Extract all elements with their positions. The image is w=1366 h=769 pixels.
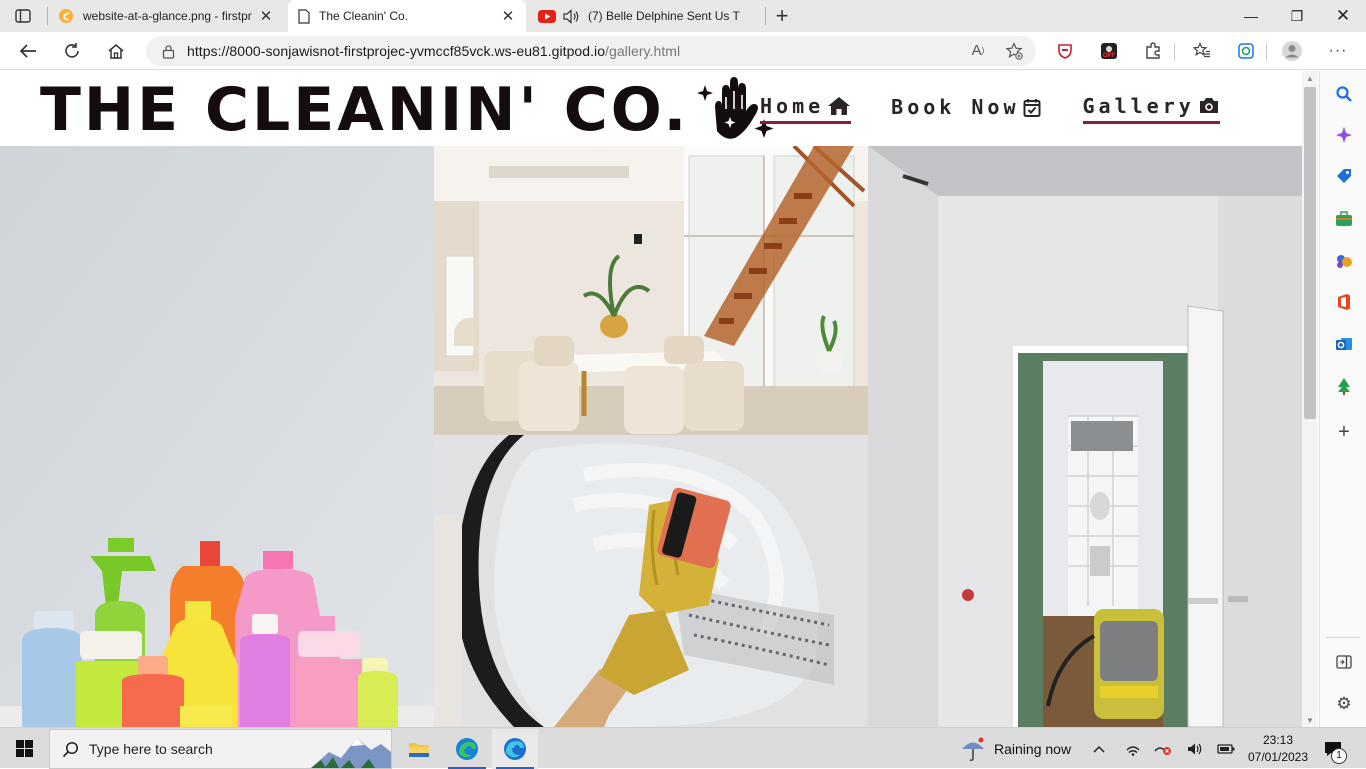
mountain-landscape-icon	[311, 730, 391, 768]
tree-icon[interactable]	[1330, 373, 1358, 399]
file-explorer-icon[interactable]	[396, 729, 442, 769]
close-tab-icon[interactable]: ✕	[500, 8, 516, 25]
search-icon[interactable]	[1330, 81, 1358, 107]
tab-title: (7) Belle Delphine Sent Us T	[588, 9, 740, 23]
windows-taskbar: Type here to search Raining now 23:13 07…	[0, 727, 1366, 769]
cleaning-bottles-image	[0, 146, 434, 727]
tab-title: website-at-a-glance.png - firstpr	[83, 9, 252, 23]
gallery-grid	[0, 146, 1302, 727]
taskbar-search-field[interactable]: Type here to search	[49, 729, 392, 769]
collections-icon[interactable]	[1232, 37, 1260, 65]
edge-app-icon[interactable]	[444, 729, 490, 769]
address-toolbar: https://8000-sonjawisnot-firstprojec-yvm…	[0, 32, 1366, 70]
youtube-icon	[538, 9, 556, 23]
show-hidden-icons-icon[interactable]	[1090, 728, 1108, 769]
site-title: THE CLEANIN' CO.	[40, 75, 690, 145]
weather-text: Raining now	[994, 740, 1072, 757]
url-host: https://8000-sonjawisnot-firstprojec-yvm…	[187, 43, 606, 59]
nav-gallery[interactable]: Gallery	[1082, 93, 1220, 124]
new-tab-icon[interactable]: +	[770, 3, 794, 28]
extensions-puzzle-icon[interactable]	[1139, 37, 1167, 65]
restore-icon[interactable]: ❐	[1274, 0, 1320, 32]
favorites-icon[interactable]	[1188, 37, 1216, 65]
profile-avatar-icon[interactable]	[1278, 37, 1306, 65]
house-icon	[828, 96, 851, 115]
tools-briefcase-icon[interactable]	[1330, 206, 1358, 232]
scrollbar-thumb[interactable]	[1304, 87, 1316, 419]
office-icon[interactable]	[1330, 289, 1358, 315]
favorite-star-icon[interactable]	[1004, 42, 1024, 60]
nav-home[interactable]: Home	[760, 93, 852, 124]
url-path: /gallery.html	[605, 43, 681, 59]
clock[interactable]: 23:13 07/01/2023	[1246, 728, 1310, 769]
tab-website-at-a-glance[interactable]: website-at-a-glance.png - firstpr ✕	[48, 0, 284, 32]
dining-room-image	[434, 146, 868, 435]
close-tab-icon[interactable]: ✕	[258, 8, 274, 25]
games-icon[interactable]	[1330, 248, 1358, 274]
discover-sparkle-icon[interactable]	[1330, 122, 1358, 148]
shield-extension-icon[interactable]	[1051, 37, 1079, 65]
tab-youtube[interactable]: (7) Belle Delphine Sent Us T	[528, 0, 764, 32]
notification-badge: 1	[1331, 748, 1347, 764]
tab-the-cleanin-co[interactable]: The Cleanin' Co. ✕	[288, 0, 526, 32]
web-page: THE CLEANIN' CO. Home Book Now Gallery	[0, 71, 1302, 727]
nav-book-now[interactable]: Book Now	[891, 94, 1040, 124]
minimize-icon[interactable]: —	[1228, 0, 1274, 32]
gitpod-icon	[58, 8, 74, 24]
page-scrollbar[interactable]: ▲ ▼	[1302, 71, 1318, 727]
hide-sidebar-icon[interactable]	[1330, 649, 1358, 675]
read-aloud-icon[interactable]: A)	[968, 42, 988, 59]
url-field[interactable]: https://8000-sonjawisnot-firstprojec-yvm…	[146, 36, 1036, 66]
nav-book-now-label: Book Now	[891, 95, 1020, 119]
tab-title: The Cleanin' Co.	[319, 9, 409, 23]
shopping-tag-icon[interactable]	[1330, 163, 1358, 189]
edge-app-icon[interactable]	[492, 729, 538, 769]
network-blocked-icon[interactable]	[1152, 728, 1174, 769]
bathroom-renovation-image	[868, 146, 1302, 727]
browser-tab-bar: website-at-a-glance.png - firstpr ✕ The …	[0, 0, 1366, 32]
umbrella-rain-icon	[960, 736, 986, 762]
search-placeholder: Type here to search	[89, 741, 213, 757]
outlook-icon[interactable]	[1330, 331, 1358, 357]
svg-text:OFF: OFF	[1103, 53, 1115, 59]
back-icon[interactable]	[14, 37, 42, 65]
settings-gear-icon[interactable]: ⚙	[1330, 691, 1358, 717]
calendar-check-icon	[1023, 98, 1040, 117]
more-menu-icon[interactable]: ···	[1324, 37, 1352, 65]
tab-actions-icon[interactable]	[10, 6, 36, 26]
add-sidebar-icon[interactable]: +	[1330, 419, 1358, 445]
volume-icon[interactable]	[1185, 728, 1205, 769]
speaker-icon[interactable]	[563, 8, 580, 24]
search-icon	[62, 741, 79, 758]
wifi-icon[interactable]	[1124, 728, 1142, 769]
off-extension-icon[interactable]: OFF	[1095, 37, 1123, 65]
scrubbing-glass-image	[434, 435, 868, 727]
weather-widget[interactable]: Raining now	[960, 728, 1071, 769]
page-icon	[298, 8, 310, 24]
scroll-up-icon[interactable]: ▲	[1302, 71, 1318, 85]
windows-start-icon[interactable]	[0, 728, 48, 769]
notification-center[interactable]: 1	[1318, 728, 1348, 769]
clock-time: 23:13	[1262, 733, 1294, 747]
nav-gallery-label: Gallery	[1082, 93, 1195, 118]
scroll-down-icon[interactable]: ▼	[1302, 713, 1318, 727]
nav-home-label: Home	[760, 93, 825, 118]
lock-icon[interactable]	[162, 44, 175, 59]
camera-icon	[1199, 98, 1218, 113]
edge-sidebar: + ⚙	[1319, 71, 1366, 727]
refresh-icon[interactable]	[58, 37, 86, 65]
close-window-icon[interactable]: ✕	[1320, 0, 1366, 32]
home-icon[interactable]	[102, 37, 130, 65]
clock-date: 07/01/2023	[1247, 750, 1309, 764]
battery-icon[interactable]	[1216, 728, 1236, 769]
site-brand[interactable]: THE CLEANIN' CO.	[40, 77, 775, 143]
main-nav: Home Book Now Gallery	[760, 94, 1220, 124]
